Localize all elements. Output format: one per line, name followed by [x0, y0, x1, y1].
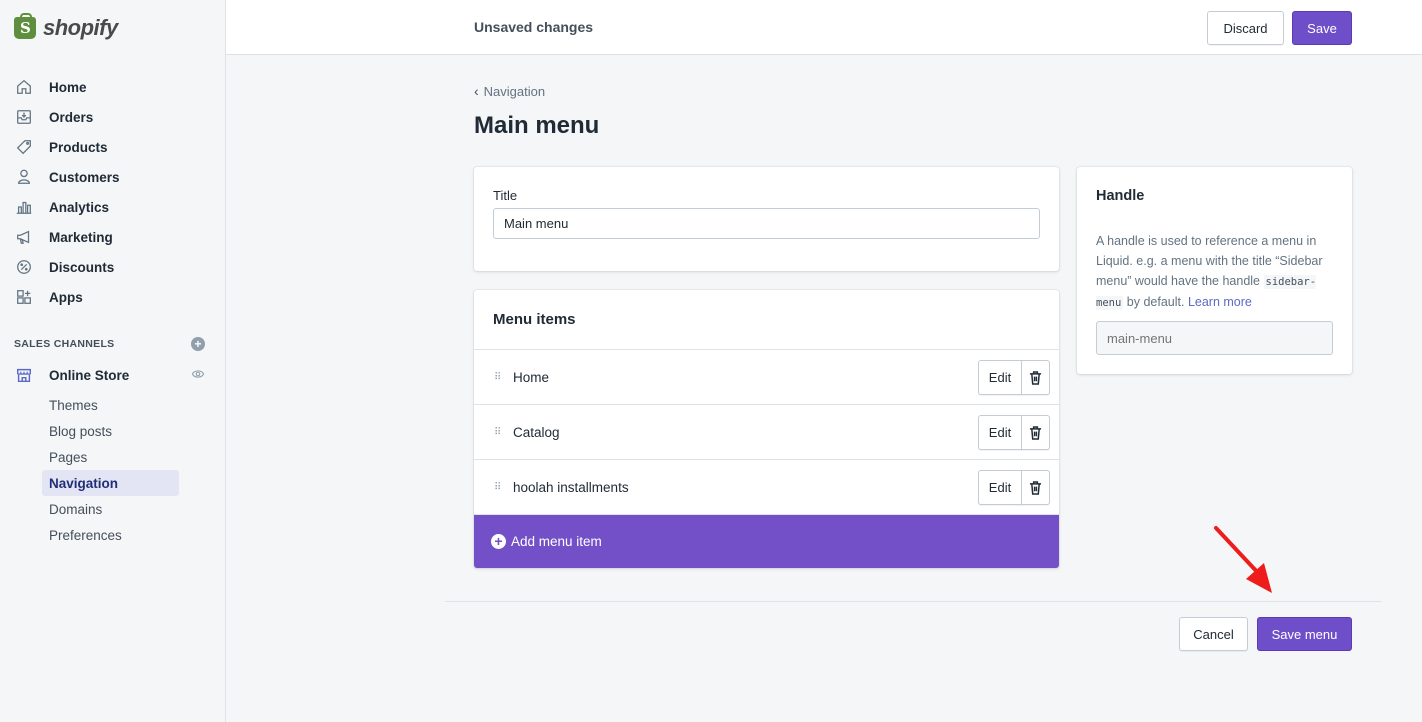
cancel-button[interactable]: Cancel	[1179, 617, 1248, 651]
edit-button[interactable]: Edit	[978, 360, 1022, 395]
discard-button[interactable]: Discard	[1207, 11, 1284, 45]
save-button[interactable]: Save	[1292, 11, 1352, 45]
title-field-label: Title	[493, 188, 518, 203]
unsaved-changes-label: Unsaved changes	[474, 19, 594, 35]
add-sales-channel-icon[interactable]: +	[191, 337, 205, 351]
sidebar-item-apps[interactable]: Apps	[0, 282, 225, 312]
home-icon	[14, 77, 34, 97]
sidebar-item-label: Analytics	[49, 199, 110, 215]
megaphone-icon	[14, 227, 34, 247]
menu-items-card: Menu items ⠿ Home Edit ⠿ Catalog Edit ⠿	[474, 290, 1059, 568]
delete-button[interactable]	[1021, 360, 1050, 395]
menu-item-actions: Edit	[978, 470, 1050, 505]
sidebar-item-products[interactable]: Products	[0, 132, 225, 162]
sales-channels-header: SALES CHANNELS +	[0, 330, 225, 358]
learn-more-link[interactable]: Learn more	[1188, 295, 1252, 309]
add-menu-item-label: Add menu item	[511, 534, 602, 549]
sidebar-item-online-store[interactable]: Online Store	[0, 358, 225, 392]
store-icon	[14, 366, 34, 384]
menu-items-heading: Menu items	[474, 290, 1059, 350]
sidebar-subitem-blog-posts[interactable]: Blog posts	[0, 418, 179, 444]
sidebar-item-label: Customers	[49, 169, 120, 185]
sidebar-subitem-pages[interactable]: Pages	[0, 444, 179, 470]
sidebar-subitem-domains[interactable]: Domains	[0, 496, 179, 522]
sidebar-item-marketing[interactable]: Marketing	[0, 222, 225, 252]
delete-button[interactable]	[1021, 415, 1050, 450]
orders-icon	[14, 107, 34, 127]
sidebar-item-label: Home	[49, 79, 87, 95]
list-item: ⠿ hoolah installments Edit	[474, 460, 1059, 515]
sidebar-item-label: Discounts	[49, 259, 115, 275]
sidebar-subitem-navigation[interactable]: Navigation	[42, 470, 179, 496]
chevron-left-icon: ‹	[474, 83, 479, 99]
sales-channels-label: SALES CHANNELS	[14, 338, 115, 350]
menu-item-name: hoolah installments	[513, 479, 629, 495]
page-title: Main menu	[474, 112, 600, 139]
person-icon	[14, 167, 34, 187]
title-input[interactable]	[493, 208, 1040, 239]
handle-description-text-2: by default.	[1126, 295, 1185, 309]
handle-description: A handle is used to reference a menu in …	[1096, 231, 1336, 313]
sidebar-item-label: Products	[49, 139, 108, 155]
trash-icon	[1029, 370, 1042, 385]
list-item: ⠿ Catalog Edit	[474, 405, 1059, 460]
brand-name: shopify	[43, 14, 118, 40]
edit-button[interactable]: Edit	[978, 415, 1022, 450]
sidebar-item-label: Marketing	[49, 229, 113, 245]
title-card: Title	[474, 167, 1059, 271]
handle-card: Handle A handle is used to reference a m…	[1077, 167, 1352, 374]
sidebar-item-label: Apps	[49, 289, 83, 305]
discount-icon	[14, 257, 34, 277]
logo[interactable]: S shopify	[0, 0, 225, 55]
online-store-subnav: Themes Blog posts Pages Navigation Domai…	[0, 392, 225, 548]
drag-handle-icon[interactable]: ⠿	[494, 482, 502, 492]
sidebar: S shopify Home Orders Products Customers…	[0, 0, 226, 722]
eye-icon[interactable]	[191, 367, 205, 384]
contextual-save-bar: Unsaved changes Discard Save	[226, 0, 1422, 55]
delete-button[interactable]	[1021, 470, 1050, 505]
menu-item-name: Home	[513, 369, 550, 385]
trash-icon	[1029, 480, 1042, 495]
breadcrumb[interactable]: ‹ Navigation	[474, 83, 545, 99]
menu-item-actions: Edit	[978, 360, 1050, 395]
sidebar-item-label: Orders	[49, 109, 94, 125]
sidebar-item-discounts[interactable]: Discounts	[0, 252, 225, 282]
breadcrumb-label: Navigation	[483, 83, 546, 99]
drag-handle-icon[interactable]: ⠿	[494, 427, 502, 437]
apps-icon	[14, 287, 34, 307]
handle-title: Handle	[1096, 188, 1145, 204]
menu-item-actions: Edit	[978, 415, 1050, 450]
sidebar-item-home[interactable]: Home	[0, 72, 225, 102]
drag-handle-icon[interactable]: ⠿	[494, 372, 502, 382]
sidebar-subitem-preferences[interactable]: Preferences	[0, 522, 179, 548]
tag-icon	[14, 137, 34, 157]
sidebar-subitem-themes[interactable]: Themes	[0, 392, 179, 418]
add-menu-item-button[interactable]: + Add menu item	[474, 515, 1059, 568]
bar-chart-icon	[14, 197, 34, 217]
trash-icon	[1029, 425, 1042, 440]
edit-button[interactable]: Edit	[978, 470, 1022, 505]
sidebar-item-label: Online Store	[49, 367, 130, 383]
main-content: ‹ Navigation Main menu Title Menu items …	[226, 55, 1422, 722]
menu-item-name: Catalog	[513, 424, 560, 440]
sidebar-item-customers[interactable]: Customers	[0, 162, 225, 192]
shopify-bag-icon: S	[14, 12, 36, 39]
sidebar-item-analytics[interactable]: Analytics	[0, 192, 225, 222]
plus-circle-icon: +	[491, 534, 506, 549]
annotation-arrow-icon	[1214, 526, 1272, 593]
list-item: ⠿ Home Edit	[474, 350, 1059, 405]
save-menu-button[interactable]: Save menu	[1257, 617, 1352, 651]
main-nav: Home Orders Products Customers Analytics…	[0, 72, 225, 312]
sidebar-item-orders[interactable]: Orders	[0, 102, 225, 132]
handle-input[interactable]	[1096, 321, 1333, 355]
